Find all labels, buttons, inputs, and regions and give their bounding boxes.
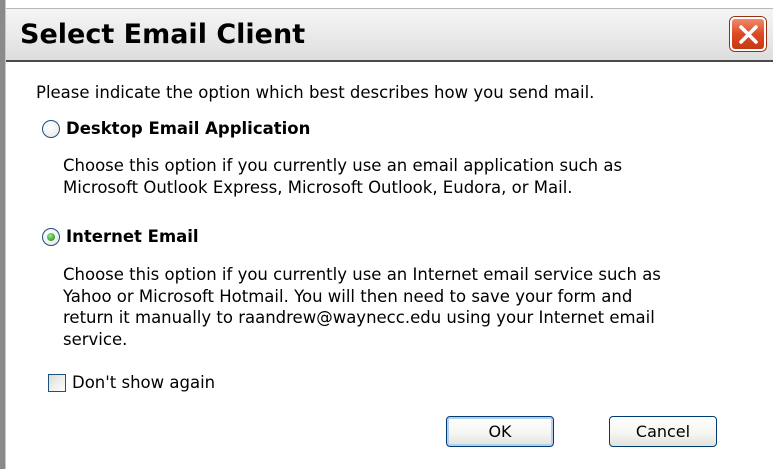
- ok-button[interactable]: OK: [446, 416, 554, 447]
- desktop-option-description: Choose this option if you currently use …: [63, 156, 623, 197]
- radio-label-internet[interactable]: Internet Email: [66, 226, 199, 248]
- cancel-button[interactable]: Cancel: [609, 416, 717, 447]
- dont-show-again-label[interactable]: Don't show again: [72, 372, 215, 394]
- radio-internet-email[interactable]: [42, 228, 60, 246]
- title-bar[interactable]: Select Email Client: [6, 8, 773, 62]
- radio-label-desktop[interactable]: Desktop Email Application: [66, 118, 310, 140]
- instruction-text: Please indicate the option which best de…: [36, 83, 595, 102]
- select-email-client-dialog: Select Email Client Please indicate the …: [0, 0, 773, 469]
- dialog-title: Select Email Client: [20, 19, 306, 50]
- radio-desktop-email[interactable]: [42, 120, 60, 138]
- internet-option-description: Choose this option if you currently use …: [63, 265, 661, 349]
- radio-selected-dot: [47, 233, 55, 241]
- dont-show-again-checkbox[interactable]: [48, 374, 66, 392]
- close-button[interactable]: [730, 17, 766, 51]
- close-x-icon: [739, 25, 758, 44]
- dialog-body: Please indicate the option which best de…: [6, 62, 773, 469]
